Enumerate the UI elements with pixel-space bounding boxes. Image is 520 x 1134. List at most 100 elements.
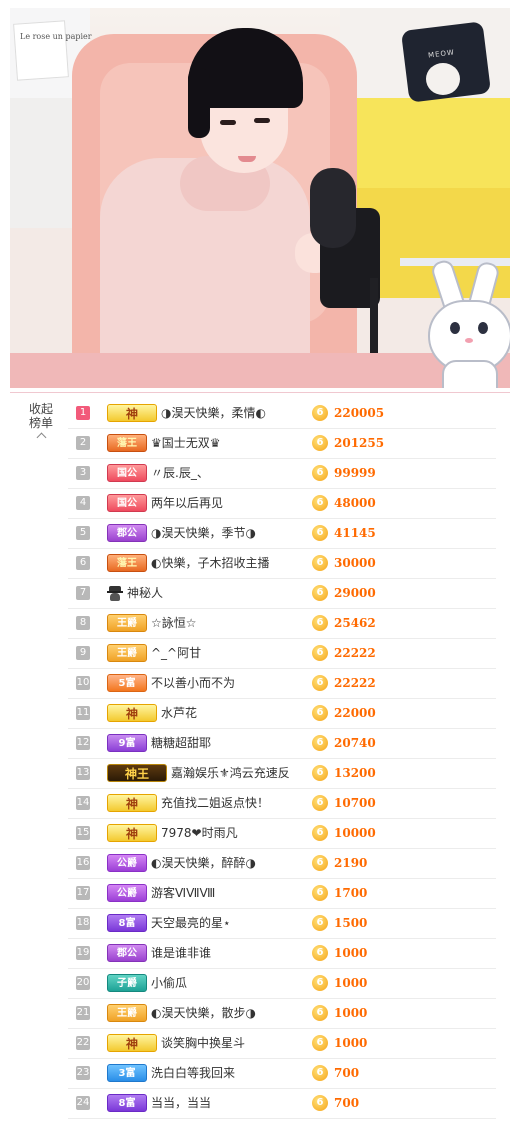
user-name[interactable]: ◑淏天快樂，柔情◐ bbox=[161, 399, 266, 428]
user-name[interactable]: 嘉瀚娱乐⚜鸿云充速反 bbox=[171, 759, 290, 788]
user-name[interactable]: 神秘人 bbox=[127, 579, 163, 608]
contribution-amount: 41145 bbox=[334, 526, 376, 540]
coin-icon: 6 bbox=[312, 765, 328, 781]
rank-number: 14 bbox=[76, 796, 90, 810]
ranking-row[interactable]: 8 王爵 ☆詠恒☆ 6 25462 bbox=[68, 609, 496, 639]
contribution-amount: 30000 bbox=[334, 556, 376, 570]
user-name[interactable]: ◐快樂，子木招收主播 bbox=[151, 549, 269, 578]
coin-icon: 6 bbox=[312, 465, 328, 481]
coin-icon: 6 bbox=[312, 1065, 328, 1081]
noble-badge: 9富 bbox=[107, 734, 147, 752]
microphone-icon bbox=[310, 168, 356, 248]
user-name[interactable]: 天空最亮的星⋆ bbox=[151, 909, 231, 938]
contribution-amount: 2190 bbox=[334, 856, 368, 870]
coin-icon: 6 bbox=[312, 585, 328, 601]
contribution-amount: 99999 bbox=[334, 466, 376, 480]
user-name[interactable]: ^_^阿甘 bbox=[151, 639, 201, 668]
coin-icon: 6 bbox=[312, 915, 328, 931]
rank-number: 24 bbox=[76, 1096, 90, 1110]
noble-badge: 5富 bbox=[107, 674, 147, 692]
section-divider bbox=[10, 392, 510, 393]
ranking-row[interactable]: 18 8富 天空最亮的星⋆ 6 1500 bbox=[68, 909, 496, 939]
ranking-row[interactable]: 14 神充值找二姐返点快！ 6 10700 bbox=[68, 789, 496, 819]
rank-number: 5 bbox=[76, 526, 90, 540]
noble-badge: 藩王 bbox=[107, 434, 147, 452]
chevron-up-icon[interactable] bbox=[36, 432, 46, 443]
ranking-row[interactable]: 22 神谈笑胸中换星斗 6 1000 bbox=[68, 1029, 496, 1059]
streamer-hair-side bbox=[188, 68, 210, 138]
rank-number: 10 bbox=[76, 676, 90, 690]
noble-badge: 3富 bbox=[107, 1064, 147, 1082]
rank-number: 9 bbox=[76, 646, 90, 660]
ranking-row[interactable]: 4 国公 两年以后再见 6 48000 bbox=[68, 489, 496, 519]
contribution-amount: 700 bbox=[334, 1066, 360, 1080]
streamer-eye-left bbox=[220, 120, 236, 125]
ranking-row[interactable]: 13 神王 嘉瀚娱乐⚜鸿云充速反 6 13200 bbox=[68, 759, 496, 789]
user-name[interactable]: 游客ⅥⅦⅧ bbox=[151, 879, 215, 908]
noble-badge: 神 bbox=[107, 1034, 157, 1052]
ranking-row[interactable]: 24 8富 当当，当当 6 700 bbox=[68, 1089, 496, 1119]
noble-badge: 神 bbox=[107, 704, 157, 722]
ranking-row[interactable]: 1 神 ◑淏天快樂，柔情◐ 6 220005 bbox=[68, 399, 496, 429]
poster-text: Le rose un papier bbox=[20, 32, 92, 41]
live-stream-video[interactable]: Le rose un papier MEOW bbox=[10, 8, 510, 388]
ranking-row[interactable]: 21 王爵 ◐淏天快樂，散步◑ 6 1000 bbox=[68, 999, 496, 1029]
ranking-row[interactable]: 6 藩王 ◐快樂，子木招收主播 6 30000 bbox=[68, 549, 496, 579]
user-name[interactable]: 谈笑胸中换星斗 bbox=[161, 1029, 245, 1058]
contribution-amount: 1000 bbox=[334, 1036, 368, 1050]
collapse-label[interactable]: 收起 bbox=[22, 402, 60, 416]
ranking-row[interactable]: 23 3富 洗白白等我回来 6 700 bbox=[68, 1059, 496, 1089]
user-name[interactable]: ☆詠恒☆ bbox=[151, 609, 197, 638]
user-name[interactable]: 7978❤时雨凡 bbox=[161, 819, 238, 848]
coin-icon: 6 bbox=[312, 1005, 328, 1021]
coin-icon: 6 bbox=[312, 825, 328, 841]
ranking-row[interactable]: 20 子爵 小偷瓜 6 1000 bbox=[68, 969, 496, 999]
rank-number: 4 bbox=[76, 496, 90, 510]
user-name[interactable]: 水芦花 bbox=[161, 699, 197, 728]
user-name[interactable]: 不以善小而不为 bbox=[151, 669, 235, 698]
user-name[interactable]: ♛国士无双♛ bbox=[151, 429, 221, 458]
ranking-row[interactable]: 12 9富 糖糖超甜耶 6 20740 bbox=[68, 729, 496, 759]
coin-icon: 6 bbox=[312, 645, 328, 661]
noble-badge: 神 bbox=[107, 404, 157, 422]
contribution-amount: 20740 bbox=[334, 736, 376, 750]
coin-icon: 6 bbox=[312, 675, 328, 691]
ranking-row[interactable]: 3 国公 〃辰.辰_、 6 99999 bbox=[68, 459, 496, 489]
noble-badge: 8富 bbox=[107, 914, 147, 932]
ranking-row[interactable]: 19 郡公 谁是谁非谁 6 1000 bbox=[68, 939, 496, 969]
noble-badge: 公爵 bbox=[107, 854, 147, 872]
ranking-row[interactable]: 5 郡公 ◑淏天快樂，季节◑ 6 41145 bbox=[68, 519, 496, 549]
coin-icon: 6 bbox=[312, 405, 328, 421]
ranking-row[interactable]: 11 神水芦花 6 22000 bbox=[68, 699, 496, 729]
rank-number: 6 bbox=[76, 556, 90, 570]
coin-icon: 6 bbox=[312, 1035, 328, 1051]
ranking-row[interactable]: 7 神秘人 6 29000 bbox=[68, 579, 496, 609]
noble-badge: 神王 bbox=[107, 764, 167, 782]
contribution-amount: 22222 bbox=[334, 646, 376, 660]
ranking-row[interactable]: 17 公爵 游客ⅥⅦⅧ 6 1700 bbox=[68, 879, 496, 909]
user-name[interactable]: 两年以后再见 bbox=[151, 489, 223, 518]
user-name[interactable]: ◐淏天快樂，散步◑ bbox=[151, 999, 256, 1028]
contribution-amount: 220005 bbox=[334, 406, 385, 420]
coin-icon: 6 bbox=[312, 885, 328, 901]
user-name[interactable]: ◐淏天快樂，醉醉◑ bbox=[151, 849, 256, 878]
user-name[interactable]: 充值找二姐返点快！ bbox=[161, 789, 269, 818]
user-name[interactable]: 谁是谁非谁 bbox=[151, 939, 211, 968]
noble-badge: 藩王 bbox=[107, 554, 147, 572]
noble-badge: 子爵 bbox=[107, 974, 147, 992]
ranking-side-toggle[interactable]: 收起 榜单 bbox=[22, 402, 60, 443]
user-name[interactable]: 小偷瓜 bbox=[151, 969, 187, 998]
user-name[interactable]: 糖糖超甜耶 bbox=[151, 729, 211, 758]
user-name[interactable]: 〃辰.辰_、 bbox=[151, 459, 209, 488]
user-name[interactable]: 当当，当当 bbox=[151, 1089, 211, 1118]
ranking-row[interactable]: 2 藩王 ♛国士无双♛ 6 201255 bbox=[68, 429, 496, 459]
rank-number: 3 bbox=[76, 466, 90, 480]
ranking-row[interactable]: 10 5富 不以善小而不为 6 22222 bbox=[68, 669, 496, 699]
user-name[interactable]: ◑淏天快樂，季节◑ bbox=[151, 519, 256, 548]
ranking-row[interactable]: 15 神 7978❤时雨凡 6 10000 bbox=[68, 819, 496, 849]
ranking-row[interactable]: 16 公爵 ◐淏天快樂，醉醉◑ 6 2190 bbox=[68, 849, 496, 879]
contribution-amount: 22000 bbox=[334, 706, 376, 720]
rank-number: 13 bbox=[76, 766, 90, 780]
user-name[interactable]: 洗白白等我回来 bbox=[151, 1059, 235, 1088]
ranking-row[interactable]: 9 王爵 ^_^阿甘 6 22222 bbox=[68, 639, 496, 669]
